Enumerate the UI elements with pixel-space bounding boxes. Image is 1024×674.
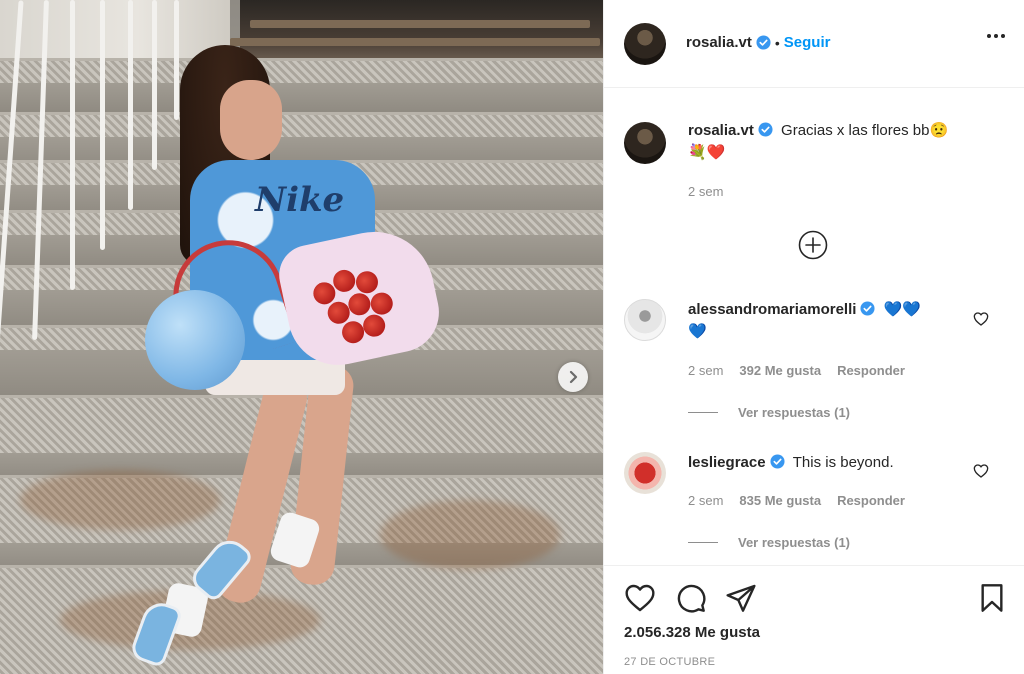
post-photo[interactable]: Nike bbox=[0, 0, 603, 674]
comment-body-line2: 💙 bbox=[688, 323, 707, 340]
comment-body: This is beyond. bbox=[792, 454, 894, 471]
comment-time[interactable]: 2 sem bbox=[688, 493, 723, 508]
commenter-avatar[interactable] bbox=[624, 299, 666, 341]
view-replies-label: Ver respuestas (1) bbox=[738, 405, 851, 420]
comment-time[interactable]: 2 sem bbox=[688, 363, 723, 378]
chevron-right-icon bbox=[569, 370, 578, 384]
comment-reply-button[interactable]: Responder bbox=[837, 363, 905, 378]
post-header: rosalia.vt • Seguir bbox=[604, 0, 1024, 88]
comment-bubble-icon[interactable] bbox=[675, 582, 707, 614]
shirt-logo-text: Nike bbox=[255, 180, 345, 220]
author-avatar[interactable] bbox=[624, 23, 666, 65]
handrail bbox=[70, 0, 75, 290]
caption-text: rosalia.vt Gracias x las flores bb😟 💐❤️ bbox=[688, 120, 988, 164]
follow-button[interactable]: Seguir bbox=[784, 34, 831, 51]
comment-like-heart-icon[interactable] bbox=[973, 463, 989, 479]
commenter-username[interactable]: alessandromariamorelli bbox=[688, 301, 856, 318]
heart-icon[interactable] bbox=[624, 582, 656, 614]
comment-likes[interactable]: 835 Me gusta bbox=[739, 493, 821, 508]
post-actions: 2.056.328 Me gusta 27 DE OCTUBRE bbox=[604, 565, 1024, 674]
comment-meta: 2 sem 835 Me gusta Responder bbox=[688, 493, 905, 508]
caption-meta: 2 sem bbox=[688, 184, 723, 199]
comment-body: 💙💙 bbox=[883, 301, 921, 318]
caption-avatar[interactable] bbox=[624, 122, 666, 164]
verified-badge-icon bbox=[758, 122, 773, 137]
commenter-username[interactable]: lesliegrace bbox=[688, 454, 766, 471]
caption-emoji-line2: 💐❤️ bbox=[688, 144, 726, 161]
separator-dot: • bbox=[774, 34, 780, 51]
basketball-bag bbox=[145, 290, 245, 390]
verified-badge-icon bbox=[860, 301, 875, 316]
comment-like-heart-icon[interactable] bbox=[973, 311, 989, 327]
post-date[interactable]: 27 DE OCTUBRE bbox=[624, 656, 715, 668]
verified-badge-icon bbox=[756, 35, 771, 50]
comment-meta: 2 sem 392 Me gusta Responder bbox=[688, 363, 905, 378]
comment-reply-button[interactable]: Responder bbox=[837, 493, 905, 508]
verified-badge-icon bbox=[770, 454, 785, 469]
replies-divider bbox=[688, 412, 718, 413]
plus-circle-icon[interactable] bbox=[798, 230, 828, 260]
likes-count[interactable]: 2.056.328 Me gusta bbox=[624, 624, 760, 641]
handrail bbox=[100, 0, 105, 250]
replies-divider bbox=[688, 542, 718, 543]
view-replies-label: Ver respuestas (1) bbox=[738, 535, 851, 550]
view-replies-button[interactable]: Ver respuestas (1) bbox=[688, 405, 850, 420]
caption-username[interactable]: rosalia.vt bbox=[688, 122, 754, 139]
comment-text: alessandromariamorelli 💙💙 💙 bbox=[688, 299, 988, 343]
bookmark-icon[interactable] bbox=[976, 582, 1008, 614]
more-options-icon[interactable] bbox=[987, 34, 1005, 38]
next-photo-button[interactable] bbox=[558, 362, 588, 392]
comment-text: lesliegrace This is beyond. bbox=[688, 452, 988, 474]
wood-plank bbox=[250, 20, 590, 28]
view-replies-button[interactable]: Ver respuestas (1) bbox=[688, 535, 850, 550]
author-username[interactable]: rosalia.vt bbox=[686, 34, 752, 51]
author-line: rosalia.vt • Seguir bbox=[686, 34, 830, 51]
commenter-avatar[interactable] bbox=[624, 452, 666, 494]
person-figure: Nike bbox=[120, 45, 447, 674]
caption-body: Gracias x las flores bb bbox=[781, 122, 930, 139]
face bbox=[220, 80, 282, 160]
caption-time[interactable]: 2 sem bbox=[688, 184, 723, 199]
comment-likes[interactable]: 392 Me gusta bbox=[739, 363, 821, 378]
paper-plane-icon[interactable] bbox=[725, 582, 757, 614]
post-side-panel: rosalia.vt • Seguir rosalia.vt Gracias x… bbox=[603, 0, 1024, 674]
caption-emoji: 😟 bbox=[929, 122, 949, 139]
